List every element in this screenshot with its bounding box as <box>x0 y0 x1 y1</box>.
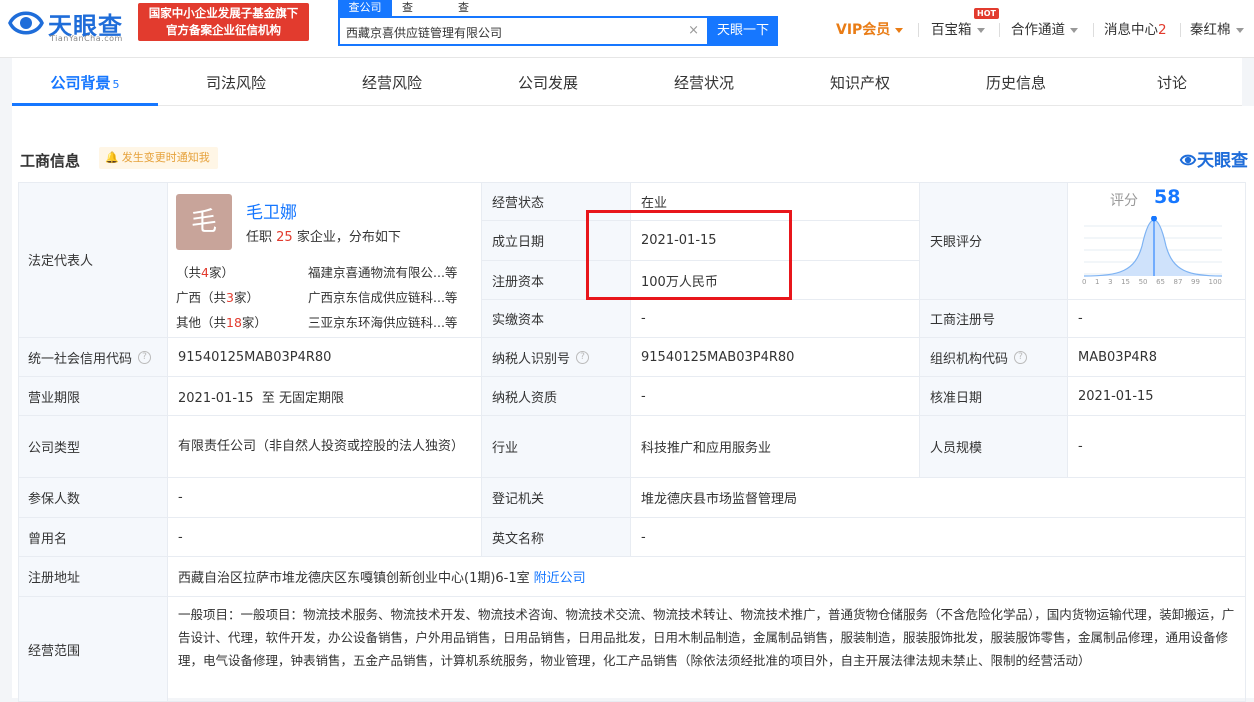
chevron-down-icon <box>976 27 985 33</box>
distribution-region: （共4家） <box>176 265 234 280</box>
address-label: 注册地址 <box>18 557 168 597</box>
term-value: 2021-01-15 至 无固定期限 <box>168 377 482 416</box>
hot-badge: HOT <box>974 8 999 19</box>
tab-legal-risk[interactable]: 司法风险 <box>161 58 311 106</box>
search-tab-company[interactable]: 查公司 <box>338 0 392 16</box>
message-count: 2 <box>1158 22 1167 38</box>
distribution-region: 其他（共18家） <box>176 315 267 330</box>
eye-logo-icon <box>1179 154 1197 166</box>
cooperate-menu[interactable]: 合作通道 <box>1011 20 1078 40</box>
company-type-value: 有限责任公司（非自然人投资或控股的法人独资） <box>168 416 482 478</box>
search-tab-boss[interactable]: 查老板 <box>394 0 421 46</box>
search-box: × <box>338 16 709 46</box>
taxid-label: 纳税人识别号? <box>482 338 631 377</box>
credit-code-label: 统一社会信用代码? <box>18 338 168 377</box>
former-name-label: 曾用名 <box>18 518 168 557</box>
tax-qualification-value: - <box>631 377 920 416</box>
tab-ip[interactable]: 知识产权 <box>785 58 935 106</box>
tab-development[interactable]: 公司发展 <box>473 58 623 106</box>
search-input[interactable] <box>346 22 676 42</box>
tab-operation-risk[interactable]: 经营风险 <box>317 58 467 106</box>
address-value: 西藏自治区拉萨市堆龙德庆区东嘎镇创新创业中心(1期)6-1室 附近公司 <box>168 557 1246 597</box>
legal-rep-name[interactable]: 毛卫娜 <box>246 198 297 223</box>
eye-logo-icon <box>8 11 44 35</box>
approve-date-value: 2021-01-15 <box>1068 377 1246 416</box>
brand-watermark: 天眼查 <box>1179 146 1248 171</box>
chevron-down-icon <box>1235 27 1244 33</box>
tax-qualification-label: 纳税人资质 <box>482 377 631 416</box>
logo-url: TianYanCha.com <box>50 34 123 43</box>
search-tab-relation[interactable]: 查关系 <box>450 0 477 46</box>
distribution-company[interactable]: 三亚京东环海供应链科...等 <box>308 312 457 331</box>
paid-capital-label: 实缴资本 <box>482 300 631 338</box>
help-icon[interactable]: ? <box>138 350 152 364</box>
business-info-panel: 工商信息 🔔 发生变更时通知我 天眼查 法定代表人 毛 毛卫娜 任职 25 家企业… <box>12 106 1254 702</box>
top-header: 天眼查 TianYanCha.com 国家中小企业发展子基金旗下 官方备案企业征… <box>0 0 1254 58</box>
staff-size-value: - <box>1068 416 1246 478</box>
clear-icon[interactable]: × <box>688 23 699 38</box>
industry-value: 科技推广和应用服务业 <box>631 416 920 478</box>
score-value: 58 <box>1154 186 1181 208</box>
insured-label: 参保人数 <box>18 478 168 518</box>
term-label: 营业期限 <box>18 377 168 416</box>
divider <box>1180 23 1181 37</box>
search-button[interactable]: 天眼一下 <box>708 16 778 46</box>
former-name-value: - <box>168 518 482 557</box>
credit-code-value: 91540125MAB03P4R80 <box>168 338 482 377</box>
approve-date-label: 核准日期 <box>920 377 1068 416</box>
company-type-label: 公司类型 <box>18 416 168 478</box>
divider <box>999 23 1000 37</box>
score-label: 天眼评分 <box>920 182 1068 300</box>
slogan-badge: 国家中小企业发展子基金旗下 官方备案企业征信机构 <box>138 3 309 41</box>
industry-label: 行业 <box>482 416 631 478</box>
authority-label: 登记机关 <box>482 478 631 518</box>
bell-icon: 🔔 <box>105 151 119 164</box>
scope-value: 一般项目：一般项目：物流技术服务、物流技术开发、物流技术咨询、物流技术交流、物流… <box>168 597 1246 702</box>
legal-rep-cell: 毛 毛卫娜 任职 25 家企业，分布如下 （共4家） 福建京喜通物流有限公...… <box>168 182 482 338</box>
divider <box>918 23 919 37</box>
legal-rep-label: 法定代表人 <box>18 182 168 338</box>
notify-button[interactable]: 🔔 发生变更时通知我 <box>99 147 218 169</box>
org-code-value: MAB03P4R8 <box>1068 338 1246 377</box>
divider <box>1093 23 1094 37</box>
section-tabs: 公司背景 5 司法风险 经营风险 公司发展 经营状况 知识产权 历史信息 讨论 <box>12 58 1242 106</box>
distribution-company[interactable]: 广西京东信成供应链科...等 <box>308 287 457 306</box>
score-axis: 0 1 3 15 50 65 87 99 100 <box>1082 278 1222 286</box>
chevron-down-icon <box>895 27 904 33</box>
taxid-value: 91540125MAB03P4R80 <box>631 338 920 377</box>
org-code-label: 组织机构代码? <box>920 338 1068 377</box>
help-icon[interactable]: ? <box>576 350 590 364</box>
tab-discussion[interactable]: 讨论 <box>1097 58 1247 106</box>
tab-company-background[interactable]: 公司背景 5 <box>12 58 158 106</box>
vip-menu[interactable]: VIP会员 <box>836 20 904 40</box>
reg-no-label: 工商注册号 <box>920 300 1068 338</box>
scope-label: 经营范围 <box>18 597 168 702</box>
chevron-down-icon <box>1070 27 1078 33</box>
distribution-region: 广西（共3家） <box>176 290 259 305</box>
section-title: 工商信息 <box>20 152 81 170</box>
authority-value: 堆龙德庆县市场监督管理局 <box>631 478 1246 518</box>
legal-rep-summary: 任职 25 家企业，分布如下 <box>246 230 401 245</box>
treasure-menu[interactable]: 百宝箱 <box>931 20 985 40</box>
score-cell[interactable]: 评分 58 0 1 3 15 50 65 87 99 100 <box>1068 182 1246 300</box>
paid-capital-value: - <box>631 300 920 338</box>
user-menu[interactable]: 秦红棉 <box>1190 20 1244 40</box>
nearby-companies-link[interactable]: 附近公司 <box>534 567 586 586</box>
insured-value: - <box>168 478 482 518</box>
avatar: 毛 <box>176 194 232 250</box>
reg-no-value: - <box>1068 300 1246 338</box>
staff-size-label: 人员规模 <box>920 416 1068 478</box>
tab-history[interactable]: 历史信息 <box>941 58 1091 106</box>
distribution-company[interactable]: 福建京喜通物流有限公...等 <box>308 262 457 281</box>
help-icon[interactable]: ? <box>1014 350 1028 364</box>
message-center[interactable]: 消息中心2 <box>1104 20 1167 40</box>
tianyancha-logo[interactable]: 天眼查 TianYanCha.com <box>6 4 130 44</box>
tab-business-status[interactable]: 经营状况 <box>629 58 779 106</box>
highlight-annotation-box <box>586 210 792 300</box>
english-name-label: 英文名称 <box>482 518 631 557</box>
english-name-value: - <box>631 518 1246 557</box>
